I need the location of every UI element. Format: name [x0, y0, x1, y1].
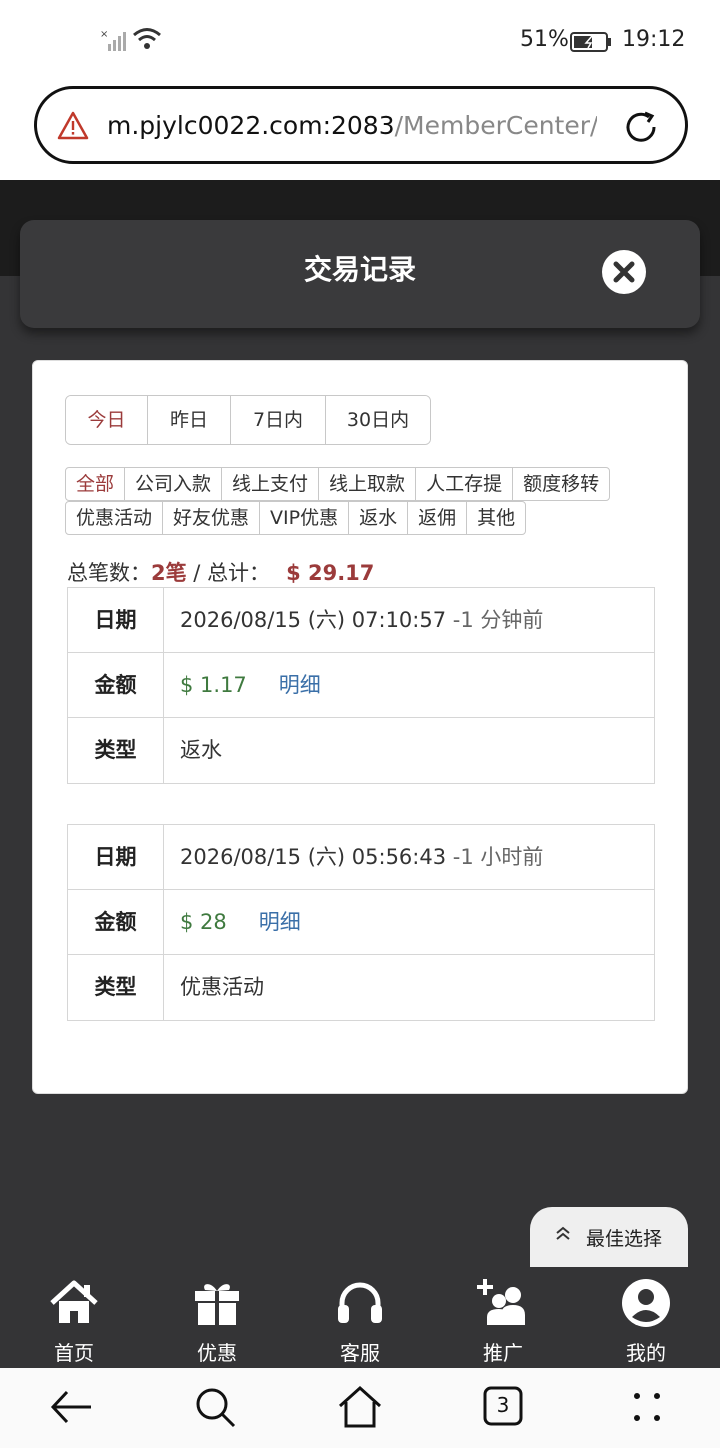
- type-transfer[interactable]: 额度移转: [512, 467, 611, 501]
- nav-support[interactable]: 客服: [310, 1267, 410, 1367]
- type-online-withdraw[interactable]: 线上取款: [318, 467, 417, 501]
- type-label: 类型: [68, 718, 164, 783]
- amount-label: 金额: [68, 653, 164, 717]
- type-filter-row-1: 全部 公司入款 线上支付 线上取款 人工存提 额度移转: [65, 467, 611, 501]
- tab-count: 3: [496, 1393, 510, 1417]
- status-bar: × 51% 19:12: [0, 0, 720, 82]
- total-value: $ 29.17: [286, 561, 375, 585]
- amount-cell: $ 28 明细: [164, 890, 654, 954]
- modal-header: 交易记录: [20, 220, 700, 328]
- battery-percent: 51%: [520, 27, 569, 52]
- type-all[interactable]: 全部: [65, 467, 126, 501]
- detail-link[interactable]: 明细: [259, 910, 301, 934]
- record-row-date: 日期 2026/08/15 (六) 05:56:43 -1 小时前: [68, 825, 654, 890]
- date-value: 2026/08/15 (六) 07:10:57: [180, 608, 447, 632]
- date-label: 日期: [68, 825, 164, 889]
- signal-icon: ×: [100, 29, 126, 51]
- type-value: 返水: [180, 738, 222, 762]
- record-row-date: 日期 2026/08/15 (六) 07:10:57 -1 分钟前: [68, 588, 654, 653]
- record-row-amount: 金额 $ 28 明细: [68, 890, 654, 955]
- record-row-type: 类型 返水: [68, 718, 654, 783]
- home-outline-icon[interactable]: [335, 1382, 385, 1432]
- summary: 总笔数：2笔 / 总计： $ 29.17: [67, 557, 374, 587]
- url-text[interactable]: m.pjylc0022.com:2083/MemberCenter/T: [107, 111, 597, 145]
- nav-referral[interactable]: 推广: [453, 1267, 553, 1367]
- amount-value: $ 1.17: [180, 673, 247, 697]
- warning-icon[interactable]: [57, 111, 89, 141]
- nav-support-label: 客服: [340, 1341, 380, 1365]
- type-value: 优惠活动: [180, 975, 264, 999]
- type-manual[interactable]: 人工存提: [415, 467, 514, 501]
- wifi-icon: [133, 28, 161, 49]
- amount-label: 金额: [68, 890, 164, 954]
- page-title: 交易记录: [303, 253, 416, 286]
- type-vip-bonus[interactable]: VIP优惠: [259, 501, 350, 535]
- type-commission[interactable]: 返佣: [407, 501, 468, 535]
- url-host: m.pjylc0022.com:2083: [107, 111, 395, 140]
- transaction-panel: 今日 昨日 7日内 30日内 全部 公司入款 线上支付 线上取款 人工存提 额度…: [32, 360, 688, 1094]
- double-chevron-up-icon: [556, 1226, 570, 1240]
- clock: 19:12: [622, 27, 686, 52]
- more-menu-icon[interactable]: [622, 1382, 672, 1432]
- address-bar[interactable]: m.pjylc0022.com:2083/MemberCenter/T: [34, 86, 688, 164]
- date-cell: 2026/08/15 (六) 05:56:43 -1 小时前: [164, 825, 654, 889]
- page-background: 交易记录 今日 昨日 7日内 30日内 全部 公司入款 线上支付 线上取款 人工…: [0, 180, 720, 1368]
- count-value: 2笔: [151, 561, 187, 585]
- date-cell: 2026/08/15 (六) 07:10:57 -1 分钟前: [164, 588, 654, 652]
- add-friends-icon: [477, 1279, 525, 1325]
- gift-icon: [195, 1284, 239, 1325]
- user-icon: [622, 1279, 670, 1327]
- best-choice-label: 最佳选择: [586, 1228, 663, 1250]
- date-label: 日期: [68, 588, 164, 652]
- transaction-record: 日期 2026/08/15 (六) 05:56:43 -1 小时前 金额 $ 2…: [67, 824, 655, 1021]
- headset-icon: [338, 1282, 382, 1323]
- search-icon[interactable]: [190, 1382, 240, 1432]
- type-label: 类型: [68, 955, 164, 1020]
- filter-today[interactable]: 今日: [66, 396, 148, 444]
- nav-profile-label: 我的: [626, 1341, 666, 1365]
- nav-profile[interactable]: 我的: [596, 1267, 696, 1367]
- record-row-amount: 金额 $ 1.17 明细: [68, 653, 654, 718]
- transaction-record: 日期 2026/08/15 (六) 07:10:57 -1 分钟前 金额 $ 1…: [67, 587, 655, 784]
- nav-promotions-label: 优惠: [197, 1341, 237, 1365]
- nav-home[interactable]: 首页: [24, 1267, 124, 1367]
- detail-link[interactable]: 明细: [279, 673, 321, 697]
- time-ago: -1 小时前: [452, 845, 544, 869]
- nav-referral-label: 推广: [483, 1341, 523, 1365]
- type-online-payment[interactable]: 线上支付: [221, 467, 320, 501]
- system-nav-bar: 3: [0, 1368, 720, 1448]
- url-path: /MemberCenter/T: [394, 111, 597, 140]
- amount-value: $ 28: [180, 910, 227, 934]
- type-company-deposit[interactable]: 公司入款: [124, 467, 223, 501]
- tabs-button[interactable]: 3: [478, 1382, 528, 1432]
- close-button[interactable]: [602, 250, 646, 294]
- svg-text:×: ×: [100, 29, 108, 40]
- app-bottom-nav: 首页 优惠 客服 推广 我的: [0, 1267, 720, 1368]
- nav-promotions[interactable]: 优惠: [167, 1267, 267, 1367]
- summary-separator: /: [186, 561, 208, 585]
- back-arrow-icon[interactable]: [47, 1382, 97, 1432]
- date-value: 2026/08/15 (六) 05:56:43: [180, 845, 447, 869]
- home-icon: [50, 1280, 98, 1323]
- best-choice-button[interactable]: 最佳选择: [530, 1207, 688, 1267]
- reload-icon[interactable]: [621, 107, 661, 147]
- filter-yesterday[interactable]: 昨日: [148, 396, 231, 444]
- filter-30days[interactable]: 30日内: [326, 396, 430, 444]
- type-filter-row-2: 优惠活动 好友优惠 VIP优惠 返水 返佣 其他: [65, 501, 527, 535]
- type-friend-bonus[interactable]: 好友优惠: [162, 501, 261, 535]
- battery-icon: [570, 32, 611, 52]
- filter-7days[interactable]: 7日内: [231, 396, 326, 444]
- type-promotion[interactable]: 优惠活动: [65, 501, 164, 535]
- time-ago: -1 分钟前: [452, 608, 544, 632]
- nav-home-label: 首页: [54, 1341, 94, 1365]
- date-filter: 今日 昨日 7日内 30日内: [65, 395, 431, 445]
- amount-cell: $ 1.17 明细: [164, 653, 654, 717]
- record-row-type: 类型 优惠活动: [68, 955, 654, 1020]
- total-label: 总计：: [207, 561, 271, 585]
- close-icon: [613, 261, 635, 283]
- count-label: 总笔数：: [67, 561, 151, 585]
- type-other[interactable]: 其他: [466, 501, 527, 535]
- type-rebate[interactable]: 返水: [348, 501, 409, 535]
